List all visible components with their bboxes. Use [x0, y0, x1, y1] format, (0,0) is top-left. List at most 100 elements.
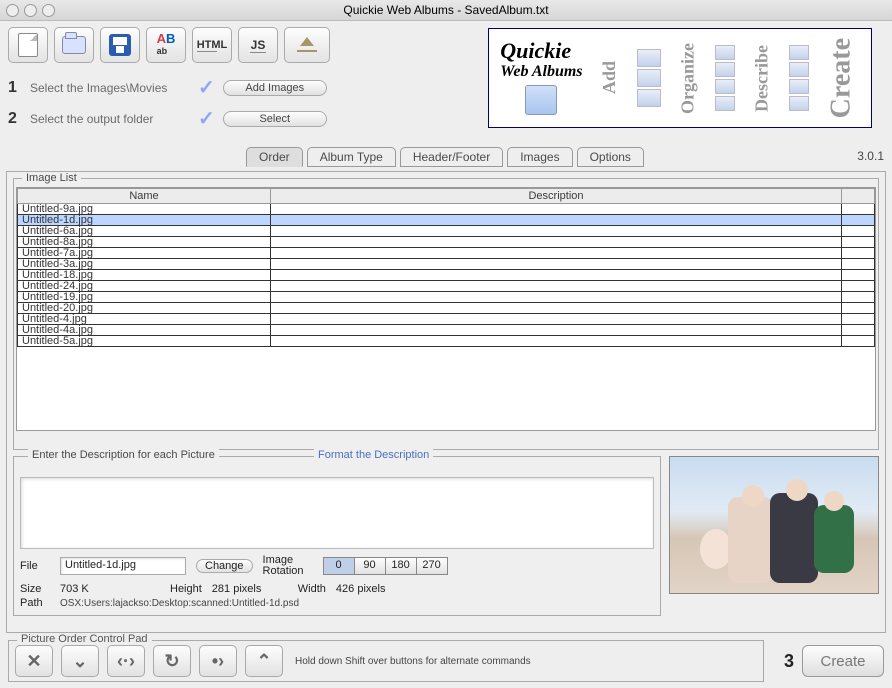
cell-name: Untitled-9a.jpg — [18, 204, 271, 215]
table-row[interactable]: Untitled-6a.jpg — [18, 226, 875, 237]
pocp-hint: Hold down Shift over buttons for alterna… — [295, 656, 531, 667]
table-row[interactable]: Untitled-8a.jpg — [18, 237, 875, 248]
js-icon: JS — [250, 38, 266, 53]
app-window: Quickie Web Albums - SavedAlbum.txt ABab… — [0, 0, 892, 688]
tab-header-footer[interactable]: Header/Footer — [400, 147, 503, 167]
next-button[interactable]: •› — [199, 645, 237, 677]
cell-pad — [842, 259, 875, 270]
check-icon: ✓ — [198, 75, 215, 100]
image-table[interactable]: Name Description Untitled-9a.jpgUntitled… — [17, 188, 875, 407]
height-label: Height — [170, 583, 202, 595]
table-row[interactable]: Untitled-9a.jpg — [18, 204, 875, 215]
table-row[interactable]: Untitled-5a.jpg — [18, 336, 875, 347]
table-row[interactable]: Untitled-24.jpg — [18, 281, 875, 292]
table-row[interactable]: Untitled-20.jpg — [18, 303, 875, 314]
upload-icon — [297, 38, 317, 52]
cell-pad — [842, 281, 875, 292]
tab-images[interactable]: Images — [507, 147, 572, 167]
html-button[interactable]: HTML — [192, 27, 232, 63]
table-row-empty — [18, 357, 875, 367]
table-row[interactable]: Untitled-1d.jpg — [18, 215, 875, 226]
table-row[interactable]: Untitled-19.jpg — [18, 292, 875, 303]
page-icon — [18, 33, 38, 57]
swap-button[interactable]: ‹·› — [107, 645, 145, 677]
new-button[interactable] — [8, 27, 48, 63]
pocp-title: Picture Order Control Pad — [17, 633, 152, 645]
cell-pad — [842, 303, 875, 314]
save-button[interactable] — [100, 27, 140, 63]
table-row[interactable]: Untitled-3a.jpg — [18, 259, 875, 270]
step-1-num: 1 — [8, 79, 22, 97]
folder-icon — [62, 36, 86, 54]
cell-desc — [271, 292, 842, 303]
table-row[interactable]: Untitled-7a.jpg — [18, 248, 875, 259]
rot-90[interactable]: 90 — [355, 557, 386, 575]
cell-pad — [842, 226, 875, 237]
tab-album-type[interactable]: Album Type — [307, 147, 396, 167]
floppy-icon — [525, 85, 557, 115]
titlebar: Quickie Web Albums - SavedAlbum.txt — [0, 0, 892, 21]
col-desc[interactable]: Description — [271, 189, 842, 204]
cell-name: Untitled-20.jpg — [18, 303, 271, 314]
file-label: File — [20, 560, 50, 572]
cell-name: Untitled-3a.jpg — [18, 259, 271, 270]
col-name[interactable]: Name — [18, 189, 271, 204]
promo-title-1: Quickie — [500, 38, 571, 63]
file-name-input[interactable]: Untitled-1d.jpg — [60, 557, 186, 575]
size-value: 703 K — [60, 583, 160, 595]
rot-0[interactable]: 0 — [323, 557, 355, 575]
description-group: Enter the Description for each Picture F… — [13, 456, 661, 616]
open-button[interactable] — [54, 27, 94, 63]
next-icon: •› — [212, 651, 224, 672]
tab-bar: Order Album Type Header/Footer Images Op… — [246, 147, 644, 167]
description-textarea[interactable] — [20, 477, 654, 549]
tab-order[interactable]: Order — [246, 147, 303, 167]
table-row[interactable]: Untitled-4a.jpg — [18, 325, 875, 336]
rotation-segmented[interactable]: 0 90 180 270 — [323, 557, 448, 575]
html-icon: HTML — [197, 39, 228, 52]
export-button[interactable] — [284, 27, 330, 63]
minimize-icon[interactable] — [24, 4, 37, 17]
rot-180[interactable]: 180 — [386, 557, 417, 575]
version-label: 3.0.1 — [857, 149, 884, 163]
add-images-button[interactable]: Add Images — [223, 80, 327, 96]
js-button[interactable]: JS — [238, 27, 278, 63]
create-button[interactable]: Create — [802, 645, 884, 677]
zoom-icon[interactable] — [42, 4, 55, 17]
step-1-label: Select the Images\Movies — [30, 81, 190, 95]
close-icon[interactable] — [6, 4, 19, 17]
rotate-button[interactable]: ↻ — [153, 645, 191, 677]
path-value: OSX:Users:lajackso:Desktop:scanned:Untit… — [60, 598, 299, 609]
width-label: Width — [298, 583, 326, 595]
promo-word-create: Create — [826, 38, 858, 118]
table-row[interactable]: Untitled-4.jpg — [18, 314, 875, 325]
cell-desc — [271, 303, 842, 314]
cell-desc — [271, 336, 842, 347]
select-folder-button[interactable]: Select — [223, 111, 327, 127]
cell-pad — [842, 204, 875, 215]
x-icon: ✕ — [26, 651, 41, 672]
change-file-button[interactable]: Change — [196, 559, 253, 573]
cell-name: Untitled-24.jpg — [18, 281, 271, 292]
move-up-button[interactable]: ⌃ — [245, 645, 283, 677]
move-down-button[interactable]: ⌄ — [61, 645, 99, 677]
rotate-icon: ↻ — [164, 651, 179, 672]
table-row-empty — [18, 387, 875, 397]
abc-icon: ABab — [157, 33, 176, 57]
delete-button[interactable]: ✕ — [15, 645, 53, 677]
text-style-button[interactable]: ABab — [146, 27, 186, 63]
height-value: 281 pixels — [212, 583, 288, 595]
width-value: 426 pixels — [336, 583, 386, 595]
tab-options[interactable]: Options — [577, 147, 644, 167]
cell-desc — [271, 314, 842, 325]
rot-270[interactable]: 270 — [417, 557, 448, 575]
format-description-link[interactable]: Format the Description — [314, 449, 433, 461]
image-list-title: Image List — [22, 172, 81, 184]
cell-desc — [271, 204, 842, 215]
size-label: Size — [20, 583, 50, 595]
desc-title: Enter the Description for each Picture — [28, 449, 219, 461]
path-label: Path — [20, 597, 50, 609]
table-row-empty — [18, 397, 875, 407]
cell-pad — [842, 325, 875, 336]
table-row[interactable]: Untitled-18.jpg — [18, 270, 875, 281]
